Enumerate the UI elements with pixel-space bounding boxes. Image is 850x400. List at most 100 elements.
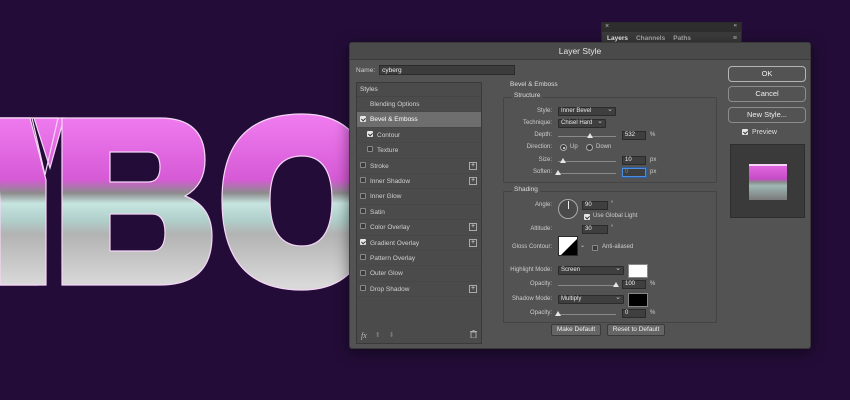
add-icon[interactable]: + bbox=[469, 161, 477, 170]
altitude-input[interactable]: 30 bbox=[582, 225, 608, 234]
technique-label: Technique: bbox=[522, 120, 552, 126]
direction-label: Direction: bbox=[526, 144, 552, 150]
shadow-opacity-slider[interactable] bbox=[558, 314, 616, 315]
shadow-opacity-unit: % bbox=[650, 310, 656, 316]
fx-icon[interactable]: fx bbox=[361, 331, 367, 340]
tab-channels[interactable]: Channels bbox=[636, 35, 665, 42]
soften-slider[interactable] bbox=[558, 173, 616, 174]
style-checkbox[interactable] bbox=[367, 146, 373, 153]
preview-checkbox[interactable] bbox=[742, 128, 748, 135]
style-item-label: Bevel & Emboss bbox=[370, 116, 418, 124]
shadow-opacity-input[interactable]: 0 bbox=[622, 309, 646, 318]
style-item-pattern-overlay[interactable]: Pattern Overlay bbox=[357, 251, 481, 267]
style-item-inner-shadow[interactable]: Inner Shadow + bbox=[357, 174, 481, 190]
style-item-contour[interactable]: Contour bbox=[357, 128, 481, 144]
style-checkbox[interactable] bbox=[360, 161, 366, 168]
style-checkbox[interactable] bbox=[360, 177, 366, 184]
size-label: Size: bbox=[538, 157, 552, 163]
shading-title: Shading bbox=[512, 186, 540, 193]
style-item-label: Gradient Overlay bbox=[370, 239, 420, 247]
new-style-button[interactable]: New Style... bbox=[728, 107, 806, 123]
preview-label: Preview bbox=[752, 129, 777, 136]
style-item-drop-shadow[interactable]: Drop Shadow + bbox=[357, 282, 481, 298]
style-item-outer-glow[interactable]: Outer Glow bbox=[357, 266, 481, 282]
style-item-gradient-overlay[interactable]: Gradient Overlay + bbox=[357, 236, 481, 251]
direction-up-radio[interactable] bbox=[560, 144, 567, 151]
shadow-color-swatch[interactable] bbox=[628, 293, 648, 307]
tab-layers[interactable]: Layers bbox=[607, 35, 628, 42]
add-icon[interactable]: + bbox=[469, 238, 477, 247]
styles-header[interactable]: Styles bbox=[357, 83, 481, 97]
highlight-opacity-slider[interactable] bbox=[558, 285, 616, 286]
shadow-mode-label: Shadow Mode: bbox=[511, 296, 552, 302]
make-default-button[interactable]: Make Default bbox=[551, 324, 601, 336]
style-item-stroke[interactable]: Stroke + bbox=[357, 159, 481, 174]
style-item-label: Outer Glow bbox=[370, 270, 403, 278]
altitude-label: Altitude: bbox=[530, 226, 552, 232]
tab-paths[interactable]: Paths bbox=[673, 35, 691, 42]
style-checkbox[interactable] bbox=[360, 192, 366, 199]
add-icon[interactable]: + bbox=[469, 223, 477, 232]
technique-select[interactable]: Chisel Hard bbox=[558, 118, 606, 128]
gloss-contour-dropdown-icon[interactable]: ⌄ bbox=[580, 242, 585, 249]
bevel-emboss-panel: Bevel & Emboss Structure Style: Inner Be… bbox=[497, 81, 723, 343]
angle-dial[interactable] bbox=[558, 199, 578, 219]
global-light-checkbox[interactable] bbox=[584, 214, 590, 220]
depth-input[interactable]: 532 bbox=[622, 131, 646, 140]
cancel-button[interactable]: Cancel bbox=[728, 86, 806, 102]
style-checkbox[interactable] bbox=[360, 269, 366, 276]
anti-aliased-checkbox[interactable] bbox=[592, 245, 598, 251]
highlight-mode-select[interactable]: Screen bbox=[558, 265, 624, 275]
highlight-opacity-input[interactable]: 100 bbox=[622, 280, 646, 289]
depth-slider-knob[interactable] bbox=[586, 133, 593, 138]
styles-footer: fx ⬆ ⬇ bbox=[357, 327, 481, 343]
close-icon[interactable]: × bbox=[605, 23, 609, 30]
style-item-bevel-emboss[interactable]: Bevel & Emboss bbox=[357, 112, 481, 128]
dialog-title: Layer Style bbox=[350, 43, 810, 60]
ok-button[interactable]: OK bbox=[728, 66, 806, 82]
direction-down-radio[interactable] bbox=[586, 144, 593, 151]
move-up-icon[interactable]: ⬆ bbox=[375, 331, 381, 339]
name-input[interactable] bbox=[379, 65, 516, 75]
gloss-contour-preview[interactable] bbox=[558, 236, 578, 256]
panel-menu-icon[interactable]: ≡ bbox=[733, 35, 737, 42]
style-item-label: Color Overlay bbox=[370, 224, 410, 232]
size-slider-knob[interactable] bbox=[559, 158, 566, 163]
trash-icon[interactable] bbox=[470, 330, 477, 340]
style-label: Style: bbox=[536, 108, 552, 114]
highlight-mode-label: Highlight Mode: bbox=[510, 267, 552, 273]
angle-input[interactable]: 90 bbox=[582, 201, 608, 210]
highlight-opacity-unit: % bbox=[650, 281, 656, 287]
style-checkbox[interactable] bbox=[360, 223, 366, 230]
shadow-mode-select[interactable]: Multiply bbox=[558, 294, 624, 304]
style-item-texture[interactable]: Texture bbox=[357, 143, 481, 159]
highlight-color-swatch[interactable] bbox=[628, 264, 648, 278]
style-item-inner-glow[interactable]: Inner Glow bbox=[357, 189, 481, 205]
style-select[interactable]: Inner Bevel bbox=[558, 106, 616, 116]
style-item-color-overlay[interactable]: Color Overlay + bbox=[357, 220, 481, 236]
style-checkbox[interactable] bbox=[360, 238, 366, 245]
add-icon[interactable]: + bbox=[469, 176, 477, 185]
style-checkbox[interactable] bbox=[360, 284, 366, 291]
highlight-opacity-knob[interactable] bbox=[613, 282, 619, 287]
shadow-opacity-label: Opacity: bbox=[529, 310, 552, 316]
style-item-blending-options[interactable]: Blending Options bbox=[357, 97, 481, 113]
size-unit: px bbox=[650, 157, 657, 163]
size-slider[interactable] bbox=[558, 161, 616, 162]
move-down-icon[interactable]: ⬇ bbox=[389, 331, 395, 339]
collapse-icon[interactable]: « bbox=[734, 23, 737, 29]
size-input[interactable]: 10 bbox=[622, 156, 646, 165]
soften-slider-knob[interactable] bbox=[555, 170, 561, 175]
style-checkbox[interactable] bbox=[360, 115, 366, 122]
style-item-label: Stroke bbox=[370, 162, 389, 170]
style-checkbox[interactable] bbox=[360, 254, 366, 261]
reset-default-button[interactable]: Reset to Default bbox=[607, 324, 665, 336]
style-item-satin[interactable]: Satin bbox=[357, 205, 481, 221]
style-checkbox[interactable] bbox=[367, 131, 373, 138]
shadow-opacity-knob[interactable] bbox=[555, 311, 561, 316]
style-checkbox[interactable] bbox=[360, 208, 366, 215]
soften-input[interactable]: 0 bbox=[622, 168, 646, 177]
angle-label: Angle: bbox=[534, 202, 552, 208]
style-item-label: Inner Glow bbox=[370, 193, 402, 201]
add-icon[interactable]: + bbox=[469, 284, 477, 293]
